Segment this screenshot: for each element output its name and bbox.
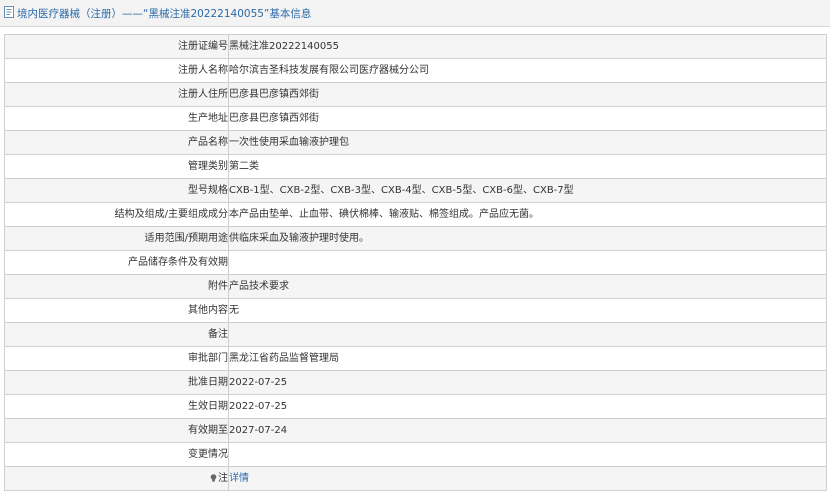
row-value: 一次性使用采血输液护理包 <box>228 130 827 155</box>
table-row: 有效期至 2027-07-24 <box>4 418 827 443</box>
row-label: 变更情况 <box>4 442 229 467</box>
row-value: 哈尔滨吉圣科技发展有限公司医疗器械分公司 <box>228 58 827 83</box>
row-label: 其他内容 <box>4 298 229 323</box>
row-value: 第二类 <box>228 154 827 179</box>
table-row: 适用范围/预期用途 供临床采血及输液护理时使用。 <box>4 226 827 251</box>
table-row: 注册人住所 巴彦县巴彦镇西郊街 <box>4 82 827 107</box>
note-value-cell: 详情 <box>228 466 827 491</box>
row-label: 注册人住所 <box>4 82 229 107</box>
row-value <box>228 250 827 275</box>
document-icon <box>4 6 14 18</box>
note-label-cell: 注 <box>4 466 229 491</box>
row-value: 黑械注准20222140055 <box>228 34 827 59</box>
table-row: 生产地址 巴彦县巴彦镇西郊街 <box>4 106 827 131</box>
row-label: 生效日期 <box>4 394 229 419</box>
details-link[interactable]: 详情 <box>230 473 250 484</box>
row-label: 批准日期 <box>4 370 229 395</box>
row-value: CXB-1型、CXB-2型、CXB-3型、CXB-4型、CXB-5型、CXB-6… <box>228 178 827 203</box>
row-label: 生产地址 <box>4 106 229 131</box>
row-label: 结构及组成/主要组成成分 <box>4 202 229 227</box>
table-row: 生效日期 2022-07-25 <box>4 394 827 419</box>
row-label: 产品名称 <box>4 130 229 155</box>
row-value <box>228 442 827 467</box>
info-table: 注册证编号 黑械注准20222140055 注册人名称 哈尔滨吉圣科技发展有限公司医疗… <box>4 34 827 491</box>
row-value: 2022-07-25 <box>228 394 827 419</box>
note-label: 注 <box>218 473 228 484</box>
row-label: 审批部门 <box>4 346 229 371</box>
table-row: 其他内容无 <box>4 298 827 323</box>
row-label: 有效期至 <box>4 418 229 443</box>
row-value: 巴彦县巴彦镇西郊街 <box>228 106 827 131</box>
table-row: 结构及组成/主要组成成分 本产品由垫单、止血带、碘伏棉棒、输液贴、棉签组成。产品应… <box>4 202 827 227</box>
table-row: 管理类别 第二类 <box>4 154 827 179</box>
row-value: 2022-07-25 <box>228 370 827 395</box>
row-value: 无 <box>228 298 827 323</box>
row-value <box>228 322 827 347</box>
row-label: 管理类别 <box>4 154 229 179</box>
table-row-note: 注详情 <box>4 466 827 491</box>
table-row: 批准日期 2022-07-25 <box>4 370 827 395</box>
row-value: 黑龙江省药品监督管理局 <box>228 346 827 371</box>
info-table-body: 注册证编号 黑械注准20222140055 注册人名称 哈尔滨吉圣科技发展有限公司医疗… <box>4 34 827 491</box>
page-header: 境内医疗器械（注册）——“黑械注准20222140055”基本信息 <box>0 0 830 27</box>
row-label: 附件 <box>4 274 229 299</box>
row-value: 供临床采血及输液护理时使用。 <box>228 226 827 251</box>
row-label: 注册人名称 <box>4 58 229 83</box>
row-label: 适用范围/预期用途 <box>4 226 229 251</box>
row-value: 2027-07-24 <box>228 418 827 443</box>
row-label: 备注 <box>4 322 229 347</box>
table-row: 产品储存条件及有效期 <box>4 250 827 275</box>
row-label: 产品储存条件及有效期 <box>4 250 229 275</box>
table-row: 型号规格 CXB-1型、CXB-2型、CXB-3型、CXB-4型、CXB-5型、C… <box>4 178 827 203</box>
page-title: 境内医疗器械（注册）——“黑械注准20222140055”基本信息 <box>17 8 312 20</box>
table-row: 注册证编号 黑械注准20222140055 <box>4 34 827 59</box>
table-row: 变更情况 <box>4 442 827 467</box>
table-row: 审批部门 黑龙江省药品监督管理局 <box>4 346 827 371</box>
row-value: 产品技术要求 <box>228 274 827 299</box>
row-value: 本产品由垫单、止血带、碘伏棉棒、输液贴、棉签组成。产品应无菌。 <box>228 202 827 227</box>
row-label: 注册证编号 <box>4 34 229 59</box>
table-row: 产品名称 一次性使用采血输液护理包 <box>4 130 827 155</box>
row-label: 型号规格 <box>4 178 229 203</box>
table-row: 注册人名称 哈尔滨吉圣科技发展有限公司医疗器械分公司 <box>4 58 827 83</box>
row-value: 巴彦县巴彦镇西郊街 <box>228 82 827 107</box>
table-row: 附件 产品技术要求 <box>4 274 827 299</box>
lightbulb-icon <box>210 474 217 482</box>
table-row: 备注 <box>4 322 827 347</box>
